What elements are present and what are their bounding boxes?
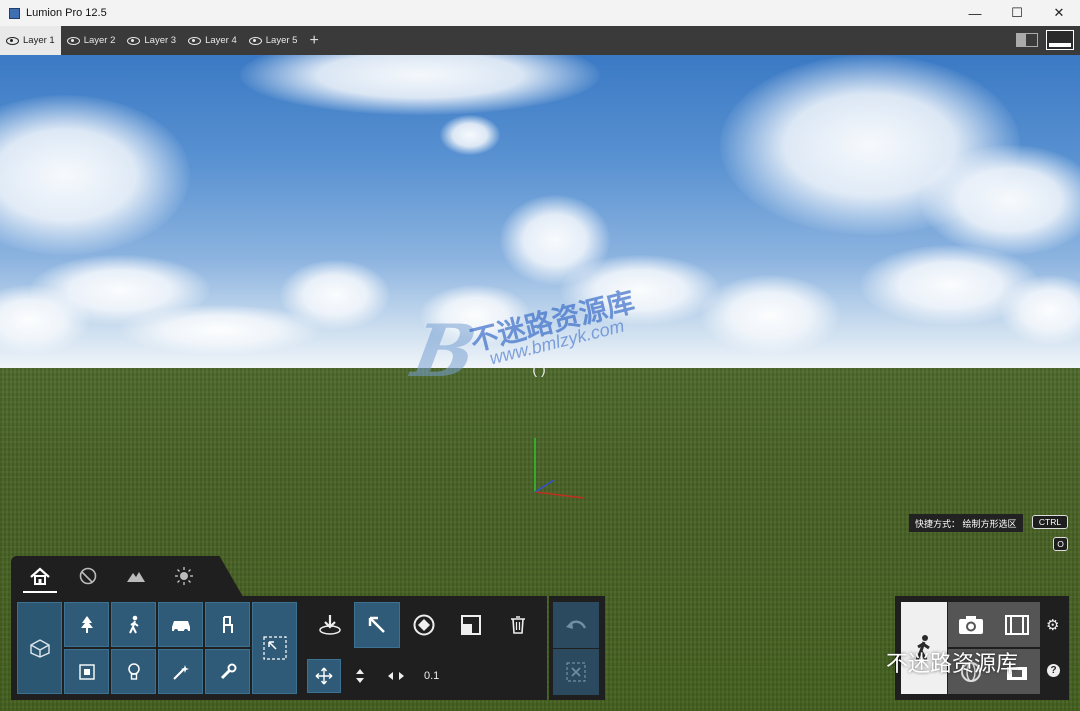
- window-controls: — ☐ ✕: [954, 0, 1080, 26]
- eye-icon[interactable]: [188, 36, 202, 45]
- height-icon[interactable]: [343, 659, 377, 693]
- place-object-button[interactable]: [307, 602, 353, 648]
- effects-button[interactable]: [158, 649, 203, 694]
- utilities-button[interactable]: [205, 649, 250, 694]
- eye-icon[interactable]: [127, 36, 141, 45]
- material-icon[interactable]: [73, 562, 103, 590]
- minimize-icon[interactable]: —: [954, 0, 996, 26]
- axis-gizmo: [534, 438, 585, 499]
- objects-button[interactable]: [64, 649, 109, 694]
- sky: [0, 55, 1080, 370]
- weather-icon[interactable]: [169, 562, 199, 590]
- app-icon: [9, 7, 20, 19]
- select-area-button[interactable]: [252, 602, 297, 694]
- title-bar: Lumion Pro 12.5 — ☐ ✕: [0, 0, 1080, 26]
- interior-button[interactable]: [205, 602, 250, 647]
- shortcut-hint: 快捷方式： 绘制方形选区: [909, 514, 1023, 532]
- movie-mode-icon[interactable]: [994, 602, 1040, 647]
- full-view-icon[interactable]: [1046, 30, 1074, 50]
- ctrl-key-badge: CTRL: [1032, 515, 1068, 529]
- horizontal-move-icon[interactable]: [379, 659, 413, 693]
- view-toggles: [1016, 30, 1074, 50]
- clear-selection-icon[interactable]: [553, 649, 599, 695]
- nature-button[interactable]: [64, 602, 109, 647]
- eye-icon[interactable]: [6, 36, 19, 45]
- crosshair-icon: ( ): [532, 361, 546, 377]
- landscape-icon[interactable]: [121, 562, 151, 590]
- history-panel: [549, 596, 605, 700]
- scale-button[interactable]: [448, 602, 494, 648]
- layer-tab-3[interactable]: Layer 3: [121, 26, 182, 55]
- layer-tab-label: Layer 2: [83, 35, 116, 46]
- close-icon[interactable]: ✕: [1038, 0, 1080, 26]
- layer-bar: Layer 1 Layer 2 Layer 3 Layer 4 Layer 5 …: [0, 26, 1080, 55]
- plus-icon[interactable]: +: [309, 32, 318, 50]
- home-icon[interactable]: [23, 562, 57, 593]
- help-icon[interactable]: ?: [1047, 664, 1060, 677]
- gear-icon[interactable]: ⚙: [1046, 616, 1059, 634]
- eye-icon[interactable]: [248, 36, 262, 45]
- lights-button[interactable]: [111, 649, 156, 694]
- value-field[interactable]: 0.1: [424, 670, 439, 682]
- layer-tab-2[interactable]: Layer 2: [61, 26, 122, 55]
- split-view-icon[interactable]: [1016, 33, 1038, 47]
- photo-mode-icon[interactable]: [948, 602, 994, 647]
- layer-tab-1[interactable]: Layer 1: [0, 26, 61, 55]
- layer-tab-label: Layer 5: [265, 35, 298, 46]
- layer-tab-label: Layer 1: [23, 35, 55, 46]
- move-icon[interactable]: [307, 659, 341, 693]
- maximize-icon[interactable]: ☐: [996, 0, 1038, 26]
- import-model-button[interactable]: [17, 602, 62, 694]
- bottom-watermark: 不迷路资源库: [886, 651, 1019, 676]
- select-pointer-button[interactable]: [354, 602, 400, 648]
- layer-tab-label: Layer 3: [144, 35, 177, 46]
- layer-tab-label: Layer 4: [205, 35, 237, 46]
- window-title: Lumion Pro 12.5: [26, 7, 107, 19]
- undo-icon[interactable]: [553, 602, 599, 648]
- layer-tab-5[interactable]: Layer 5: [243, 26, 304, 55]
- eye-icon[interactable]: [66, 36, 80, 45]
- o-key-badge: O: [1053, 537, 1068, 551]
- layer-tab-4[interactable]: Layer 4: [182, 26, 243, 55]
- rotate-button[interactable]: [401, 602, 447, 648]
- build-panel-tabs: [11, 556, 211, 596]
- transport-button[interactable]: [158, 602, 203, 647]
- trash-icon[interactable]: [495, 602, 541, 648]
- people-button[interactable]: [111, 602, 156, 647]
